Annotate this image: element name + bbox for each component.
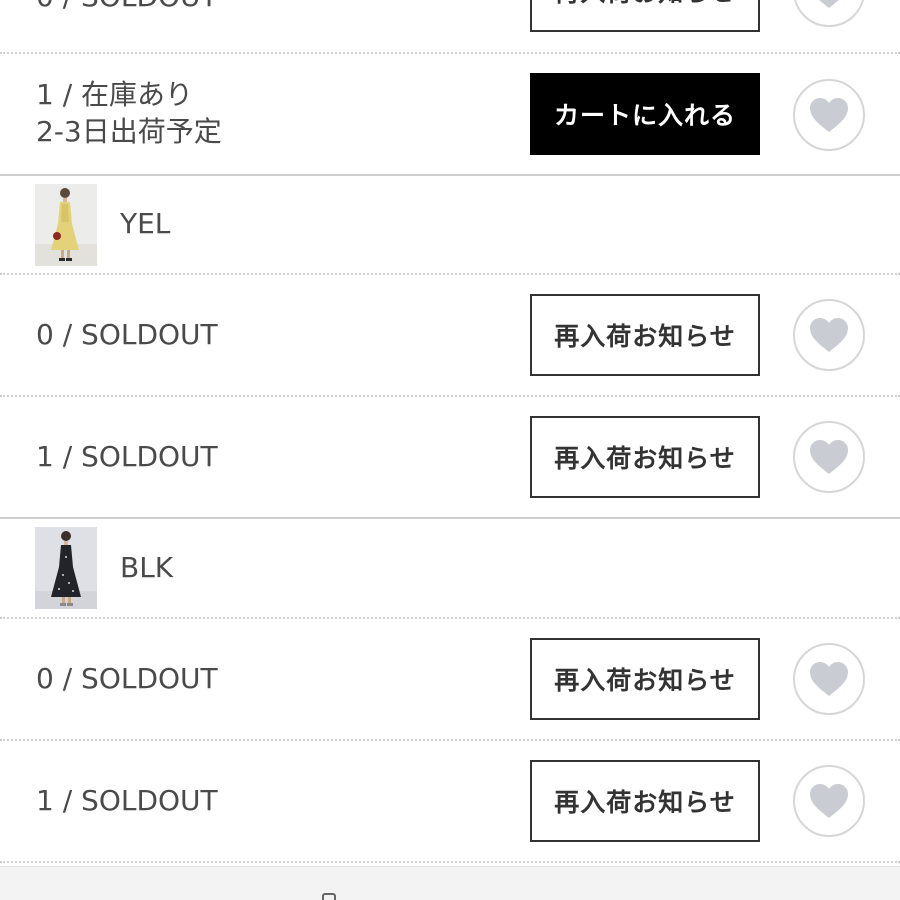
heart-icon — [810, 662, 848, 696]
stock-status: 1 / 在庫あり — [36, 78, 194, 111]
restock-notify-button[interactable]: 再入荷お知らせ — [530, 760, 760, 842]
color-thumbnail-blk[interactable] — [35, 527, 97, 609]
heart-icon — [810, 440, 848, 474]
heart-icon — [810, 98, 848, 132]
row-divider — [0, 395, 900, 397]
lock-icon — [322, 893, 336, 900]
heart-icon — [810, 318, 848, 352]
restock-notify-button[interactable]: 再入荷お知らせ — [530, 416, 760, 498]
color-group-divider — [0, 517, 900, 519]
heart-icon — [810, 784, 848, 818]
add-to-cart-button[interactable]: カートに入れる — [530, 73, 760, 155]
row-divider — [0, 52, 900, 54]
browser-url-bar[interactable] — [0, 866, 900, 900]
favorite-button[interactable] — [793, 299, 865, 371]
product-variant-list: 0 / SOLDOUT 再入荷お知らせ 1 / 在庫あり 2-3日出荷予定 カー… — [0, 0, 900, 900]
row-divider — [0, 617, 900, 619]
restock-notify-button[interactable]: 再入荷お知らせ — [530, 294, 760, 376]
color-group-divider — [0, 174, 900, 176]
color-name: YEL — [120, 207, 171, 240]
favorite-button[interactable] — [793, 421, 865, 493]
size-stock-text: 1 / 在庫あり 2-3日出荷予定 — [36, 76, 222, 150]
product-image — [35, 527, 97, 609]
favorite-button[interactable] — [793, 0, 865, 27]
size-stock-text: 1 / SOLDOUT — [36, 784, 218, 817]
heart-icon — [819, 0, 839, 8]
restock-notify-button[interactable]: 再入荷お知らせ — [530, 0, 760, 32]
row-divider — [0, 739, 900, 741]
color-name: BLK — [120, 551, 174, 584]
row-divider — [0, 861, 900, 863]
size-stock-text: 1 / SOLDOUT — [36, 440, 218, 473]
favorite-button[interactable] — [793, 643, 865, 715]
restock-notify-button[interactable]: 再入荷お知らせ — [530, 638, 760, 720]
color-thumbnail-yel[interactable] — [35, 184, 97, 266]
size-stock-text: 0 / SOLDOUT — [36, 0, 218, 15]
product-image — [35, 184, 97, 266]
favorite-button[interactable] — [793, 765, 865, 837]
size-stock-text: 0 / SOLDOUT — [36, 318, 218, 351]
size-stock-text: 0 / SOLDOUT — [36, 662, 218, 695]
favorite-button[interactable] — [793, 79, 865, 151]
row-divider — [0, 273, 900, 275]
shipping-estimate: 2-3日出荷予定 — [36, 115, 222, 148]
